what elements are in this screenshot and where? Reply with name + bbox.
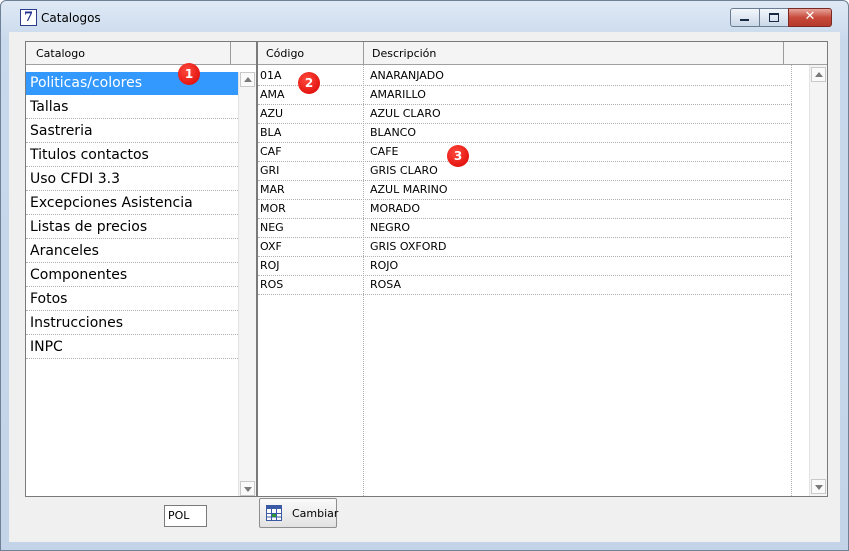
codigo-cell: AMA — [260, 88, 285, 101]
grid-header: Código Descripción — [258, 42, 827, 65]
minimize-icon — [740, 19, 749, 21]
scroll-down-button[interactable] — [240, 481, 255, 496]
catalog-item[interactable]: Aranceles — [26, 240, 238, 263]
catalog-item[interactable]: INPC — [26, 336, 238, 359]
cambiar-label: Cambiar — [292, 507, 339, 520]
catalog-list: Politicas/colores Tallas Sastreria Titulos … — [26, 72, 238, 360]
codigo-cell: ROS — [260, 278, 284, 291]
table-row[interactable]: BLA BLANCO — [258, 124, 792, 143]
close-button[interactable]: ✕ — [788, 8, 832, 27]
descripcion-cell: ANARANJADO — [370, 69, 444, 82]
scroll-up-button[interactable] — [240, 72, 255, 87]
descripcion-cell: ROJO — [370, 259, 399, 272]
descripcion-cell: AZUL CLARO — [370, 107, 441, 120]
table-row[interactable]: GRI GRIS CLARO — [258, 162, 792, 181]
grid-rows: 01A ANARANJADO AMA AMARILLO AZU AZUL CLARO BLA… — [258, 67, 792, 295]
catalog-list-panel: Catalogo Politicas/colores Tallas Sastreri… — [25, 41, 257, 497]
catalog-item[interactable]: Componentes — [26, 264, 238, 287]
maximize-button[interactable] — [759, 8, 789, 27]
descripcion-cell: AZUL MARINO — [370, 183, 448, 196]
catalog-item[interactable]: Listas de precios — [26, 216, 238, 239]
app-icon: 7 — [20, 9, 37, 26]
table-row[interactable]: ROJ ROJO — [258, 257, 792, 276]
column-header-label: Código — [266, 47, 305, 60]
column-header-catalogo[interactable]: Catalogo — [26, 42, 231, 64]
scroll-down-button[interactable] — [811, 479, 826, 494]
descripcion-cell: GRIS CLARO — [370, 164, 438, 177]
codigo-cell: OXF — [260, 240, 282, 253]
maximize-icon — [769, 13, 779, 22]
marker-badge: 3 — [447, 145, 469, 167]
close-icon: ✕ — [804, 9, 816, 24]
grid-scrollbar[interactable] — [809, 65, 827, 496]
catalog-grid: Código Descripción 01A ANARANJADO AMA AMARI… — [257, 41, 828, 497]
window-title: Catalogos — [41, 11, 101, 25]
catalog-item[interactable]: Excepciones Asistencia — [26, 192, 238, 215]
descripcion-cell: MORADO — [370, 202, 420, 215]
chevron-up-icon — [815, 72, 823, 77]
descripcion-cell: BLANCO — [370, 126, 417, 139]
catalog-item[interactable]: Sastreria — [26, 120, 238, 143]
catalog-code-field[interactable]: POL — [164, 505, 207, 527]
codigo-cell: ROJ — [260, 259, 280, 272]
table-row[interactable]: MAR AZUL MARINO — [258, 181, 792, 200]
codigo-cell: BLA — [260, 126, 282, 139]
chevron-down-icon — [815, 485, 823, 490]
catalog-item[interactable]: Uso CFDI 3.3 — [26, 168, 238, 191]
catalog-item[interactable]: Fotos — [26, 288, 238, 311]
chevron-down-icon — [244, 487, 252, 492]
codigo-cell: MOR — [260, 202, 286, 215]
codigo-cell: NEG — [260, 221, 284, 234]
minimize-button[interactable] — [730, 8, 760, 27]
column-header-descripcion[interactable]: Descripción — [364, 42, 784, 64]
client-area: Catalogo Politicas/colores Tallas Sastreri… — [9, 32, 840, 542]
codigo-cell: AZU — [260, 107, 284, 120]
title-bar[interactable]: 7 Catalogos ✕ — [1, 1, 848, 31]
catalogos-window: 7 Catalogos ✕ Catalogo Politicas/colores… — [0, 0, 849, 551]
catalog-list-scrollbar[interactable] — [238, 72, 256, 496]
codigo-cell: 01A — [260, 69, 282, 82]
descripcion-cell: NEGRO — [370, 221, 411, 234]
catalog-item[interactable]: Tallas — [26, 96, 238, 119]
table-row[interactable]: CAF CAFE — [258, 143, 792, 162]
codigo-cell: CAF — [260, 145, 282, 158]
codigo-cell: GRI — [260, 164, 280, 177]
table-row[interactable]: AZU AZUL CLARO — [258, 105, 792, 124]
marker-badge: 2 — [298, 72, 320, 94]
catalog-item[interactable]: Titulos contactos — [26, 144, 238, 167]
grid-edit-icon — [266, 505, 282, 521]
catalog-item[interactable]: Instrucciones — [26, 312, 238, 335]
table-row[interactable]: OXF GRIS OXFORD — [258, 238, 792, 257]
table-row[interactable]: 01A ANARANJADO — [258, 67, 792, 86]
table-row[interactable]: AMA AMARILLO — [258, 86, 792, 105]
table-row[interactable]: NEG NEGRO — [258, 219, 792, 238]
descripcion-cell: AMARILLO — [370, 88, 426, 101]
descripcion-cell: GRIS OXFORD — [370, 240, 447, 253]
catalog-item[interactable]: Politicas/colores — [26, 72, 238, 95]
table-row[interactable]: MOR MORADO — [258, 200, 792, 219]
column-header-label: Descripción — [372, 47, 437, 60]
codigo-cell: MAR — [260, 183, 285, 196]
catalog-list-header: Catalogo — [26, 42, 256, 65]
column-header-label: Catalogo — [36, 47, 85, 60]
descripcion-cell: CAFE — [370, 145, 399, 158]
scroll-up-button[interactable] — [811, 67, 826, 82]
marker-badge: 1 — [178, 63, 200, 85]
table-row[interactable]: ROS ROSA — [258, 276, 792, 295]
column-header-codigo[interactable]: Código — [258, 42, 364, 64]
descripcion-cell: ROSA — [370, 278, 402, 291]
chevron-up-icon — [244, 77, 252, 82]
cambiar-button[interactable]: Cambiar — [259, 498, 339, 528]
